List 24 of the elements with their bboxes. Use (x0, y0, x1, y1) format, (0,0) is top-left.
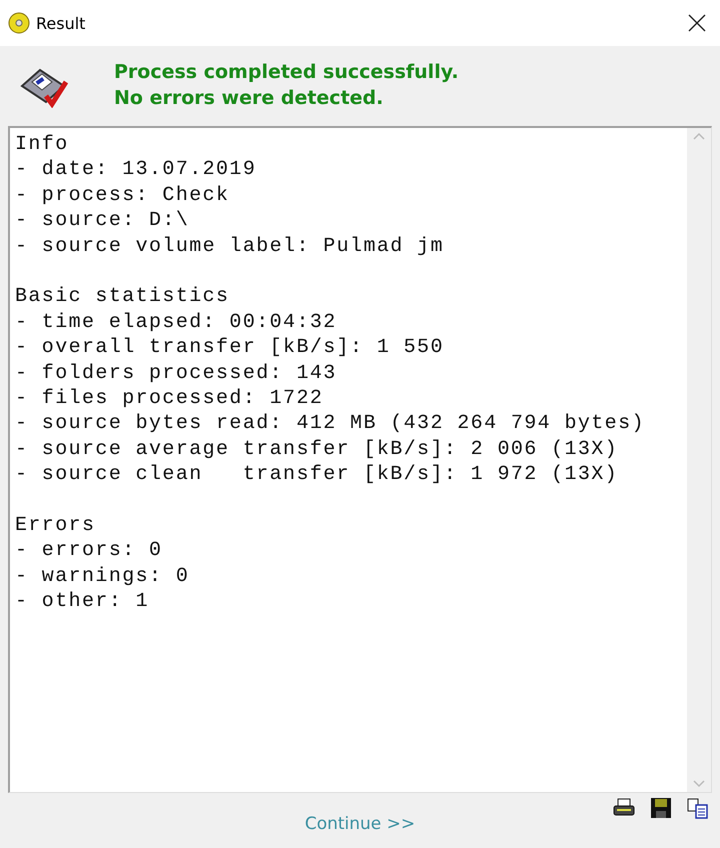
report-line: - date: 13.07.2019 (15, 157, 258, 183)
continue-link[interactable]: Continue >> (298, 813, 422, 835)
window-title: Result (36, 14, 86, 32)
report-line: - other: 1 (15, 589, 150, 615)
report-line: - errors: 0 (15, 538, 164, 564)
status-message: Process completed successfully. (114, 60, 459, 85)
report-line: - source clean transfer [kB/s]: 1 972 (13X) (15, 462, 620, 488)
report-line: - source bytes read: 412 MB (432 264 794 bytes) (15, 411, 646, 437)
report-heading: Errors (15, 513, 96, 538)
report-line: - warnings: 0 (15, 564, 190, 590)
report-line: - source average transfer [kB/s]: 2 006 (13X) (15, 436, 620, 462)
copy-icon[interactable] (686, 797, 710, 819)
report-heading: Info (15, 132, 70, 158)
report-line: - process: Check (15, 182, 230, 208)
report-line: - time elapsed: 00:04:32 (15, 310, 338, 336)
report-line: - source: D:\ (15, 208, 190, 234)
report-line: - overall transfer [kB/s]: 1 550 (15, 335, 445, 361)
disc-icon (8, 12, 30, 34)
status-message: No errors were detected. (114, 86, 384, 111)
report-line: - folders processed: 143 (15, 360, 338, 386)
report-heading: Basic statistics (15, 284, 230, 310)
close-icon[interactable] (686, 12, 708, 34)
report-line: - source volume label: Pulmad jm (15, 234, 445, 260)
report-line: - files processed: 1722 (15, 386, 324, 412)
